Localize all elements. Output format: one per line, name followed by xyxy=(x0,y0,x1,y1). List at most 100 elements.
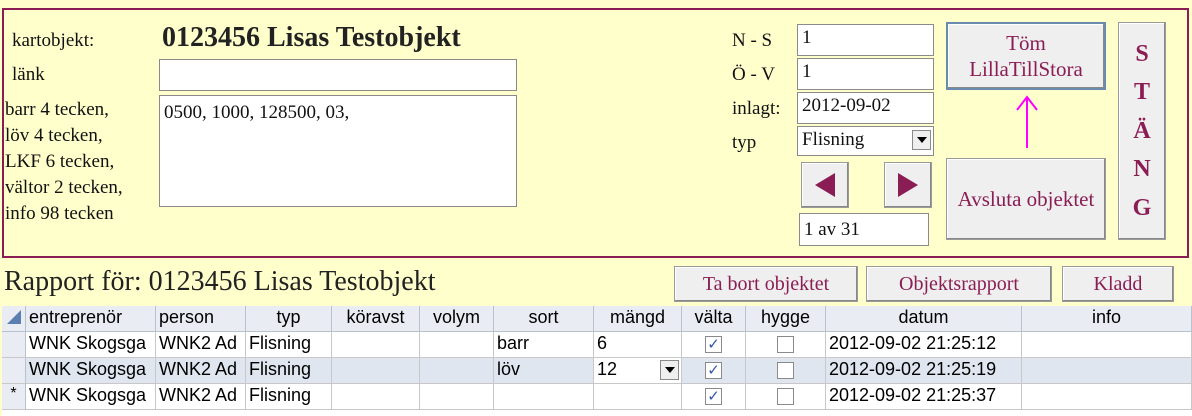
col-header-entreprenor[interactable]: entreprenör xyxy=(26,306,156,332)
codes-textarea[interactable]: 0500, 1000, 128500, 03, xyxy=(159,95,517,207)
cell-valta: ✓ xyxy=(682,332,746,358)
cell-volym[interactable] xyxy=(420,358,494,384)
cell-mangd[interactable] xyxy=(594,384,682,410)
stang-letter: T xyxy=(1133,79,1150,106)
stang-letter: N xyxy=(1133,156,1151,183)
objektsrapport-button[interactable]: Objektsrapport xyxy=(866,266,1052,302)
stang-letter: Ä xyxy=(1133,117,1151,144)
stang-button[interactable]: S T Ä N G xyxy=(1118,22,1166,240)
typ-select[interactable]: Flisning xyxy=(797,126,934,156)
col-header-datum[interactable]: datum xyxy=(826,306,1022,332)
cell-hygge xyxy=(746,358,826,384)
cell-entreprenor[interactable]: WNK Skogsga xyxy=(26,384,156,410)
col-header-mangd[interactable]: mängd xyxy=(594,306,682,332)
cell-koravst[interactable] xyxy=(332,358,420,384)
ns-input[interactable]: 1 xyxy=(797,24,934,56)
ta-bort-objektet-button[interactable]: Ta bort objektet xyxy=(674,266,858,302)
ov-input[interactable]: 1 xyxy=(797,58,934,90)
cell-datum[interactable]: 2012-09-02 21:25:19 xyxy=(826,358,1022,384)
stang-letter: G xyxy=(1132,194,1152,221)
typ-select-value: Flisning xyxy=(802,129,865,150)
cell-hygge xyxy=(746,332,826,358)
new-row-marker[interactable]: * xyxy=(2,384,26,410)
col-header-info[interactable]: info xyxy=(1022,306,1192,332)
col-header-koravst[interactable]: köravst xyxy=(332,306,420,332)
inlagt-input[interactable]: 2012-09-02 xyxy=(797,92,934,124)
cell-datum[interactable]: 2012-09-02 21:25:12 xyxy=(826,332,1022,358)
cell-info[interactable] xyxy=(1022,332,1192,358)
cell-volym[interactable] xyxy=(420,384,494,410)
cell-mangd[interactable]: 6 xyxy=(594,332,682,358)
col-header-valta[interactable]: välta xyxy=(682,306,746,332)
col-header-sort[interactable]: sort xyxy=(494,306,594,332)
info-label-valtor: vältor 2 tecken, xyxy=(5,177,123,198)
table-row[interactable]: WNK Skogsga WNK2 Ad Flisning löv 12 ✓ 20… xyxy=(2,358,1192,384)
report-title: Rapport för: 0123456 Lisas Testobjekt xyxy=(4,266,436,297)
cell-person[interactable]: WNK2 Ad xyxy=(156,384,246,410)
col-header-hygge[interactable]: hygge xyxy=(746,306,826,332)
cell-volym[interactable] xyxy=(420,332,494,358)
cell-entreprenor[interactable]: WNK Skogsga xyxy=(26,358,156,384)
kartobjekt-label: kartobjekt: xyxy=(12,30,95,51)
inlagt-label: inlagt: xyxy=(732,98,781,119)
next-record-button[interactable] xyxy=(884,162,932,208)
info-label-lov: löv 4 tecken, xyxy=(5,125,103,146)
info-labels: barr 4 tecken, löv 4 tecken, LKF 6 tecke… xyxy=(5,97,123,227)
cell-person[interactable]: WNK2 Ad xyxy=(156,332,246,358)
cell-datum[interactable]: 2012-09-02 21:25:37 xyxy=(826,384,1022,410)
cell-typ[interactable]: Flisning xyxy=(246,332,332,358)
mangd-combo[interactable]: 12 xyxy=(594,358,682,384)
previous-record-button[interactable] xyxy=(801,162,849,208)
cell-person[interactable]: WNK2 Ad xyxy=(156,358,246,384)
table-row[interactable]: * WNK Skogsga WNK2 Ad Flisning ✓ 2012-09… xyxy=(2,384,1192,410)
valta-checkbox[interactable]: ✓ xyxy=(705,388,722,405)
valta-checkbox[interactable]: ✓ xyxy=(705,362,722,379)
cell-entreprenor[interactable]: WNK Skogsga xyxy=(26,332,156,358)
triangle-right-icon xyxy=(898,173,918,197)
cell-valta: ✓ xyxy=(682,358,746,384)
select-all-icon xyxy=(6,310,21,324)
row-selector[interactable] xyxy=(2,332,26,358)
chevron-down-icon[interactable] xyxy=(660,360,679,380)
info-label-lkf: LKF 6 tecken, xyxy=(5,151,115,172)
hygge-checkbox[interactable] xyxy=(777,388,794,405)
cell-koravst[interactable] xyxy=(332,332,420,358)
ov-label: Ö - V xyxy=(732,64,775,85)
tom-lillatillstora-button[interactable]: Töm LillaTillStora xyxy=(946,22,1106,90)
cell-sort[interactable] xyxy=(494,384,594,410)
kartobjekt-value: 0123456 Lisas Testobjekt xyxy=(162,22,461,53)
cell-typ[interactable]: Flisning xyxy=(246,384,332,410)
up-arrow-icon xyxy=(1016,95,1038,148)
lank-label: länk xyxy=(12,64,45,85)
chevron-down-icon[interactable] xyxy=(912,130,931,150)
cell-info[interactable] xyxy=(1022,358,1192,384)
cell-sort[interactable]: löv xyxy=(494,358,594,384)
lank-input[interactable] xyxy=(159,59,517,91)
col-header-person[interactable]: person xyxy=(156,306,246,332)
table-row[interactable]: WNK Skogsga WNK2 Ad Flisning barr 6 ✓ 20… xyxy=(2,332,1192,358)
ns-label: N - S xyxy=(732,30,773,51)
cell-hygge xyxy=(746,384,826,410)
cell-valta: ✓ xyxy=(682,384,746,410)
cell-typ[interactable]: Flisning xyxy=(246,358,332,384)
col-header-typ[interactable]: typ xyxy=(246,306,332,332)
info-label-barr: barr 4 tecken, xyxy=(5,99,109,120)
triangle-left-icon xyxy=(815,173,835,197)
report-datasheet: entreprenör person typ köravst volym sor… xyxy=(2,306,1192,416)
col-header-volym[interactable]: volym xyxy=(420,306,494,332)
info-label-info: info 98 tecken xyxy=(5,203,114,224)
kladd-button[interactable]: Kladd xyxy=(1062,266,1174,302)
hygge-checkbox[interactable] xyxy=(777,362,794,379)
mangd-combo-value: 12 xyxy=(597,359,618,379)
cell-koravst[interactable] xyxy=(332,384,420,410)
select-all-cell[interactable] xyxy=(2,306,26,332)
cell-sort[interactable]: barr xyxy=(494,332,594,358)
hygge-checkbox[interactable] xyxy=(777,336,794,353)
stang-letter: S xyxy=(1135,41,1149,68)
typ-label: typ xyxy=(732,132,757,153)
valta-checkbox[interactable]: ✓ xyxy=(705,336,722,353)
avsluta-objektet-button[interactable]: Avsluta objektet xyxy=(946,158,1106,240)
row-selector[interactable] xyxy=(2,358,26,384)
record-counter: 1 av 31 xyxy=(799,213,929,246)
cell-info[interactable] xyxy=(1022,384,1192,410)
